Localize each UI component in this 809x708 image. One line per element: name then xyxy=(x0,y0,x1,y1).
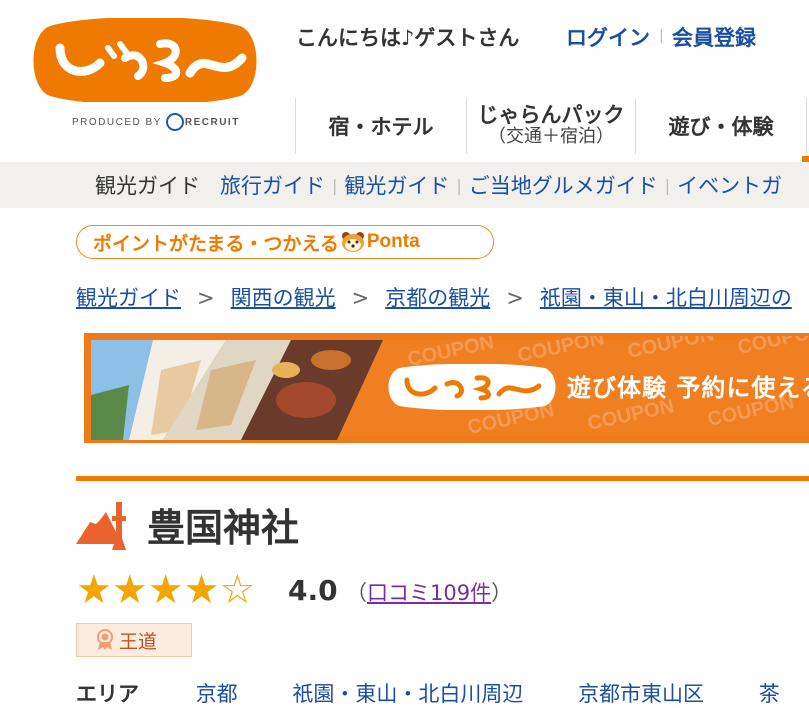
section-divider xyxy=(76,476,809,481)
area-link[interactable]: 京都市東山区 xyxy=(578,682,704,706)
header-divider: | xyxy=(659,28,664,44)
badge-label: 王道 xyxy=(119,630,158,653)
subnav-travel-guide[interactable]: 旅行ガイド xyxy=(220,170,325,200)
ponta-banner[interactable]: ポイントがたまる・つかえる Ponta xyxy=(76,225,494,259)
login-link[interactable]: ログイン xyxy=(566,22,650,52)
area-link[interactable]: 京都 xyxy=(196,682,238,706)
subnav-divider: | xyxy=(456,175,462,195)
tab-activity-label: 遊び・体験 xyxy=(668,115,774,139)
star-empty-icon: ☆ xyxy=(219,567,256,613)
ponta-brand: Ponta xyxy=(366,231,420,252)
ponta-text: ポイントがたまる・つかえる xyxy=(93,232,339,255)
breadcrumb-separator-icon: > xyxy=(506,286,524,310)
subnav-event-guide[interactable]: イベントガ xyxy=(677,170,782,200)
rating-score: 4.0 xyxy=(288,574,338,607)
coupon-banner[interactable]: COUPON COUPON COUPON COUPON COUPON COUPO… xyxy=(84,333,809,443)
recruit-name: RECRUIT xyxy=(184,116,240,128)
classic-badge: 王道 xyxy=(76,623,192,657)
subnav-gourmet-guide[interactable]: ご当地グルメガイド xyxy=(469,170,658,200)
paren-open: （ xyxy=(346,581,367,605)
banner-slogan: 遊び体験 予約に使える xyxy=(567,374,809,402)
subnav-sightseeing-guide[interactable]: 観光ガイド xyxy=(344,170,449,200)
subnav-divider: | xyxy=(664,175,671,195)
area-label: エリア xyxy=(76,682,139,706)
star-full-icon: ★ xyxy=(183,567,220,613)
tab-activity[interactable]: 遊び・体験 xyxy=(635,98,807,154)
recruit-mark-icon xyxy=(165,113,184,131)
sub-nav: 観光ガイド 旅行ガイド | 観光ガイド | ご当地グルメガイド | イベントガ xyxy=(0,162,809,208)
star-full-icon: ★ xyxy=(111,567,148,613)
breadcrumb-item[interactable]: 関西の観光 xyxy=(231,286,336,310)
banner-photo-collage xyxy=(91,340,383,440)
paren-close: ） xyxy=(491,581,513,605)
tab-jalan-pack[interactable]: じゃらんパック （交通＋宿泊） xyxy=(466,98,635,154)
area-link[interactable]: 祇園・東山・北白川周辺 xyxy=(292,682,523,706)
sightseeing-spot-icon xyxy=(76,502,126,550)
star-rating: ★ ★ ★ ★ ☆ xyxy=(76,568,255,612)
banner-jalan-logo xyxy=(388,364,556,410)
breadcrumb-separator-icon: > xyxy=(351,286,370,310)
produced-by-label: PRODUCED BY xyxy=(72,116,162,128)
breadcrumb-item[interactable]: 観光ガイド xyxy=(76,286,181,310)
main-nav: 宿・ホテル じゃらんパック （交通＋宿泊） 遊び・体験 xyxy=(295,98,807,154)
guest-greeting: こんにちは♪ゲストさん xyxy=(296,26,520,50)
area-row: エリア 京都 祇園・東山・北白川周辺 京都市東山区 茶 xyxy=(76,678,809,708)
medal-icon xyxy=(97,629,113,650)
register-link[interactable]: 会員登録 xyxy=(672,22,756,52)
breadcrumb-separator-icon: > xyxy=(197,286,215,310)
breadcrumb-item[interactable]: 祇園・東山・北白川周辺の xyxy=(540,286,792,310)
subnav-current: 観光ガイド xyxy=(95,174,200,198)
tab-hotel-label: 宿・ホテル xyxy=(328,115,434,139)
page-title: 豊国神社 xyxy=(147,506,300,550)
tab-pack-sublabel: （交通＋宿泊） xyxy=(488,126,614,147)
star-full-icon: ★ xyxy=(76,567,112,613)
ponta-raccoon-icon xyxy=(341,232,364,252)
breadcrumb: 観光ガイド > 関西の観光 > 京都の観光 > 祇園・東山・北白川周辺の xyxy=(76,282,792,312)
jalan-logo[interactable] xyxy=(30,18,260,102)
area-link[interactable]: 茶 xyxy=(759,682,780,706)
star-full-icon: ★ xyxy=(147,567,184,613)
breadcrumb-item[interactable]: 京都の観光 xyxy=(385,286,490,310)
tab-hotel[interactable]: 宿・ホテル xyxy=(295,98,466,154)
tab-pack-label: じゃらんパック xyxy=(477,103,625,127)
reviews-link[interactable]: 口コミ109件 xyxy=(367,581,491,605)
subnav-divider: | xyxy=(332,175,338,195)
recruit-logo: RECRUIT xyxy=(165,113,240,131)
review-count: （口コミ109件） xyxy=(346,577,512,607)
produced-by-recruit: PRODUCED BY RECRUIT xyxy=(72,113,240,131)
